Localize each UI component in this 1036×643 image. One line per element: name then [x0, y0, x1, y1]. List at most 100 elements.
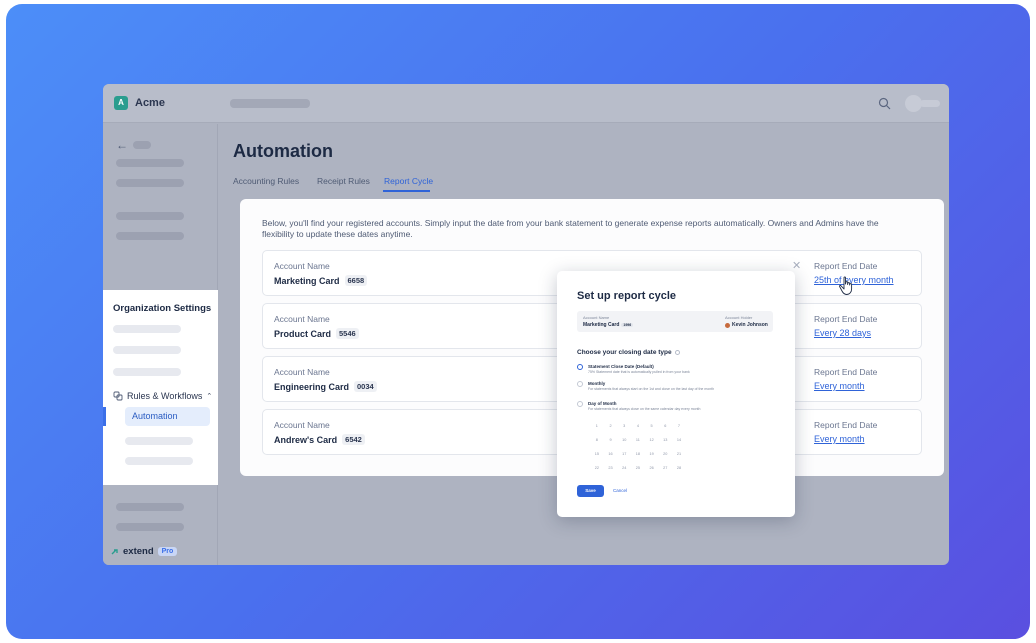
hand-cursor-icon	[839, 276, 853, 295]
account-name: Product Card 5546	[274, 328, 359, 339]
report-end-label: Report End Date	[814, 314, 878, 324]
calendar-day[interactable]: 11	[631, 433, 645, 447]
rules-workflows-label: Rules & Workflows	[127, 391, 203, 401]
account-summary: Account Name Marketing Card 1996 Account…	[577, 311, 773, 332]
account-name: Marketing Card 1996	[583, 322, 634, 328]
sidebar-placeholder	[125, 457, 193, 465]
report-end-link[interactable]: Every 28 days	[814, 328, 871, 338]
sidebar-placeholder	[113, 368, 181, 376]
report-end-link[interactable]: Every month	[814, 381, 865, 391]
sidebar-placeholder	[116, 232, 184, 240]
calendar-day[interactable]: 1	[590, 419, 604, 433]
radio-day-of-month[interactable]	[577, 401, 583, 407]
calendar-day[interactable]: 17	[617, 447, 631, 461]
page-title: Automation	[233, 141, 333, 161]
option-title: Day of Month	[588, 401, 617, 406]
save-button[interactable]: Save	[577, 485, 604, 497]
pro-badge: Pro	[157, 547, 178, 556]
calendar-day[interactable]: 10	[617, 433, 631, 447]
card-name: Engineering Card	[274, 381, 350, 392]
option-title: Monthly	[588, 381, 606, 386]
option-title: Statement Close Date (Default)	[588, 364, 654, 369]
sidebar-placeholder	[125, 437, 193, 445]
calendar-day[interactable]: 5	[645, 419, 659, 433]
org-logo[interactable]: A	[114, 96, 128, 110]
chevron-up-icon: ⌃	[206, 393, 213, 400]
org-settings-title: Organization Settings	[113, 303, 212, 314]
info-icon[interactable]	[674, 350, 680, 355]
card-number: 0034	[354, 381, 377, 392]
active-indicator	[103, 407, 106, 426]
card-number: 6542	[342, 434, 365, 445]
brand-name: extend	[123, 546, 154, 557]
org-name[interactable]: Acme	[135, 97, 165, 109]
account-name: Engineering Card 0034	[274, 381, 377, 392]
closing-date-type-label: Choose your closing date type	[577, 349, 672, 356]
calendar-day[interactable]: 22	[590, 461, 604, 475]
calendar-day[interactable]: 16	[604, 447, 618, 461]
card-name: Andrew's Card	[274, 434, 338, 445]
calendar-day[interactable]: 3	[617, 419, 631, 433]
account-name-label: Account Name	[274, 420, 330, 430]
calendar-day[interactable]: 18	[631, 447, 645, 461]
calendar-day[interactable]: 24	[617, 461, 631, 475]
day-picker: 1 2 3 4 5 6 7 8 9 10 11 12 13 14 15 16 1…	[590, 419, 686, 475]
sidebar-placeholder	[116, 212, 184, 220]
calendar-day[interactable]: 2	[604, 419, 618, 433]
account-holder: Kevin Johnson	[725, 322, 768, 328]
calendar-day[interactable]: 14	[672, 433, 686, 447]
calendar-day[interactable]: 25	[631, 461, 645, 475]
calendar-day[interactable]: 12	[645, 433, 659, 447]
tab-report-cycle[interactable]: Report Cycle	[384, 176, 433, 186]
radio-monthly[interactable]	[577, 381, 583, 387]
calendar-day[interactable]: 6	[658, 419, 672, 433]
report-end-label: Report End Date	[814, 420, 878, 430]
report-cycle-modal: Set up report cycle Account Name Marketi…	[557, 271, 795, 517]
holder-avatar	[725, 322, 730, 328]
card-name: Marketing Card	[583, 322, 620, 328]
calendar-day[interactable]: 15	[590, 447, 604, 461]
active-tab-underline	[383, 190, 430, 192]
sidebar-placeholder	[113, 346, 181, 354]
account-name-label: Account Name	[583, 315, 610, 320]
placeholder-bar	[230, 99, 310, 108]
org-settings-panel: Organization Settings Rules & Workflows …	[103, 290, 218, 485]
calendar-row: 15 16 17 18 19 20 21	[590, 447, 686, 461]
calendar-day[interactable]: 4	[631, 419, 645, 433]
extend-logo-icon	[111, 548, 118, 554]
back-arrow-icon[interactable]: ←	[116, 138, 128, 152]
option-description: For statements that always start on the …	[588, 387, 715, 391]
sidebar-placeholder	[116, 179, 184, 187]
account-name-label: Account Name	[274, 367, 330, 377]
calendar-day[interactable]: 20	[658, 447, 672, 461]
card-number: 5546	[336, 328, 359, 339]
tab-receipt-rules[interactable]: Receipt Rules	[317, 176, 370, 186]
card-number: 6658	[344, 275, 368, 286]
option-description: 75% Statement date that is automatically…	[588, 370, 690, 374]
calendar-day[interactable]: 13	[658, 433, 672, 447]
app-window: A Acme ← Organization Settings Rules & W…	[103, 84, 949, 565]
cancel-button[interactable]: Cancel	[613, 488, 627, 493]
calendar-day[interactable]: 26	[645, 461, 659, 475]
radio-statement-close-date[interactable]	[577, 364, 583, 370]
calendar-day[interactable]: 21	[672, 447, 686, 461]
sidebar-item-automation[interactable]: Automation	[125, 407, 210, 426]
calendar-day[interactable]: 28	[672, 461, 686, 475]
report-end-link[interactable]: Every month	[814, 434, 865, 444]
calendar-day[interactable]: 19	[645, 447, 659, 461]
top-bar: A Acme	[103, 84, 949, 123]
calendar-day[interactable]: 23	[604, 461, 618, 475]
search-icon[interactable]	[878, 97, 891, 110]
close-icon[interactable]: ✕	[792, 259, 801, 272]
sidebar-placeholder	[116, 159, 184, 167]
account-name: Andrew's Card 6542	[274, 434, 365, 445]
tab-accounting-rules[interactable]: Accounting Rules	[233, 176, 299, 186]
account-name-label: Account Name	[274, 314, 330, 324]
calendar-day[interactable]: 9	[604, 433, 618, 447]
calendar-row: 8 9 10 11 12 13 14	[590, 433, 686, 447]
calendar-day[interactable]: 8	[590, 433, 604, 447]
calendar-day[interactable]: 7	[672, 419, 686, 433]
background-stage: A Acme ← Organization Settings Rules & W…	[6, 4, 1030, 639]
calendar-day[interactable]: 27	[658, 461, 672, 475]
sidebar-item-rules-workflows[interactable]: Rules & Workflows ⌃	[113, 391, 212, 401]
